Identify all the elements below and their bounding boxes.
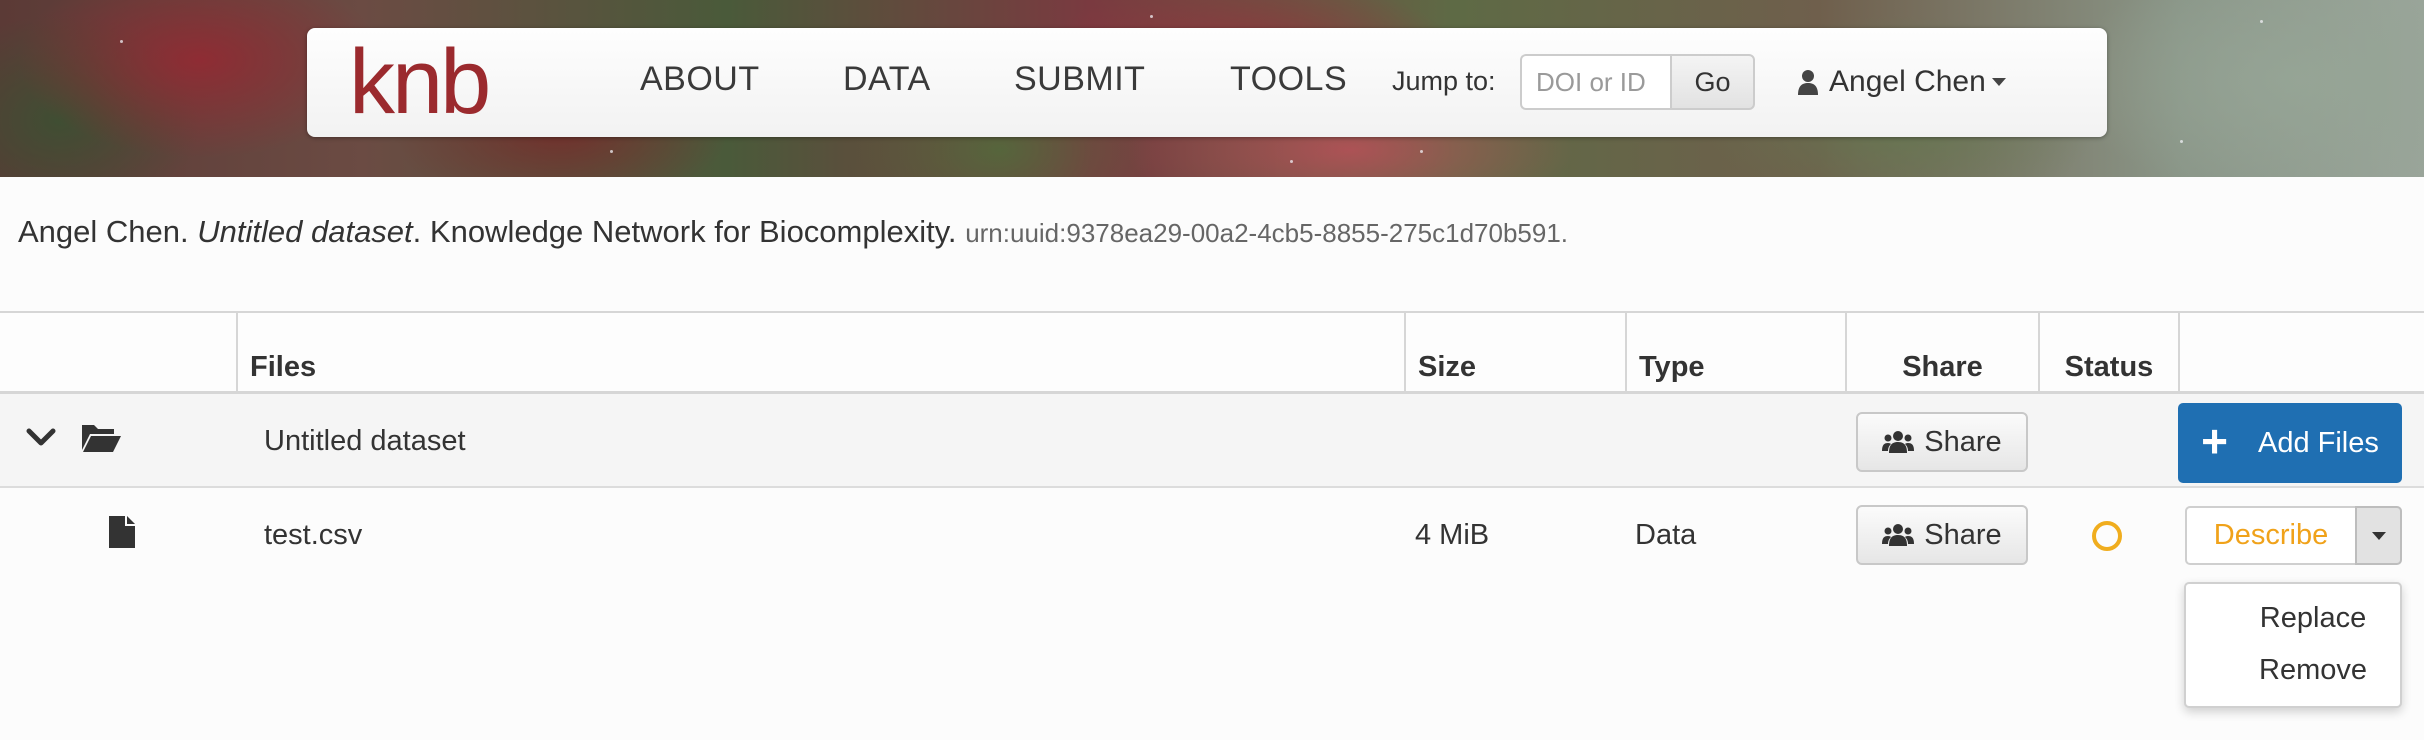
jump-to-label: Jump to: [1392,66,1496,96]
column-header-status: Status [2038,313,2178,393]
go-button[interactable]: Go [1670,54,1755,110]
table-row: test.csv 4 MiB Data Share Describe [0,488,2424,582]
banner-decoration [120,40,123,43]
column-header-size: Size [1404,313,1625,393]
users-icon [1882,431,1915,453]
share-button[interactable]: Share [1856,412,2028,472]
table-row: Untitled dataset Share + Add Files [0,394,2424,488]
file-type: Data [1635,519,1697,551]
file-icon [109,516,135,548]
file-actions-dropdown: Replace Remove [2184,582,2402,708]
nav-about[interactable]: ABOUT [640,60,760,99]
doi-search-input[interactable] [1520,54,1670,110]
citation-urn: urn:uuid:9378ea29-00a2-4cb5-8855-275c1d7… [965,218,1569,248]
column-header-files: Files [236,313,1404,393]
menu-item-remove[interactable]: Remove [2186,654,2404,687]
header-banner: knb ABOUT DATA SUBMIT TOOLS Jump to: Go … [0,0,2424,177]
table-header: Files Size Type Share Status [0,311,2424,394]
nav-tools[interactable]: TOOLS [1230,60,1347,99]
banner-decoration [610,150,613,153]
column-header-share: Share [1845,313,2038,393]
chevron-down-icon[interactable] [26,427,56,449]
column-header-actions [2178,313,2424,393]
citation-publisher: . Knowledge Network for Biocomplexity. [412,214,957,249]
knb-logo[interactable]: knb [349,36,491,128]
plus-icon: + [2201,415,2228,467]
file-name[interactable]: test.csv [264,519,362,552]
share-button-label: Share [1924,425,2002,458]
banner-decoration [1290,160,1293,163]
nav-data[interactable]: DATA [843,60,931,99]
user-name: Angel Chen [1829,65,1986,98]
citation-author: Angel Chen. [18,214,189,249]
add-files-button[interactable]: + Add Files [2178,403,2402,483]
citation-title: Untitled dataset [197,214,413,249]
nav-submit[interactable]: SUBMIT [1014,60,1145,99]
describe-options-toggle[interactable] [2355,506,2402,565]
banner-decoration [2180,140,2183,143]
banner-decoration [1150,15,1153,18]
dataset-citation: Angel Chen. Untitled dataset. Knowledge … [18,214,1568,250]
file-size: 4 MiB [1415,519,1490,551]
status-incomplete-icon [2092,521,2122,551]
share-button[interactable]: Share [1856,505,2028,565]
navbar: knb ABOUT DATA SUBMIT TOOLS Jump to: Go … [307,28,2107,137]
folder-name[interactable]: Untitled dataset [264,425,466,458]
add-files-label: Add Files [2257,426,2379,459]
share-button-label: Share [1924,518,2002,551]
banner-decoration [2260,20,2263,23]
menu-item-replace[interactable]: Replace [2186,602,2404,635]
folder-open-icon [82,425,121,452]
users-icon [1882,524,1915,546]
caret-down-icon [2371,531,2386,540]
banner-decoration [1420,150,1423,153]
user-icon [1798,70,1818,95]
chevron-down-icon [1991,78,2006,86]
user-menu[interactable]: Angel Chen [1797,62,2006,102]
column-header-type: Type [1625,313,1845,393]
describe-button[interactable]: Describe [2185,506,2355,565]
